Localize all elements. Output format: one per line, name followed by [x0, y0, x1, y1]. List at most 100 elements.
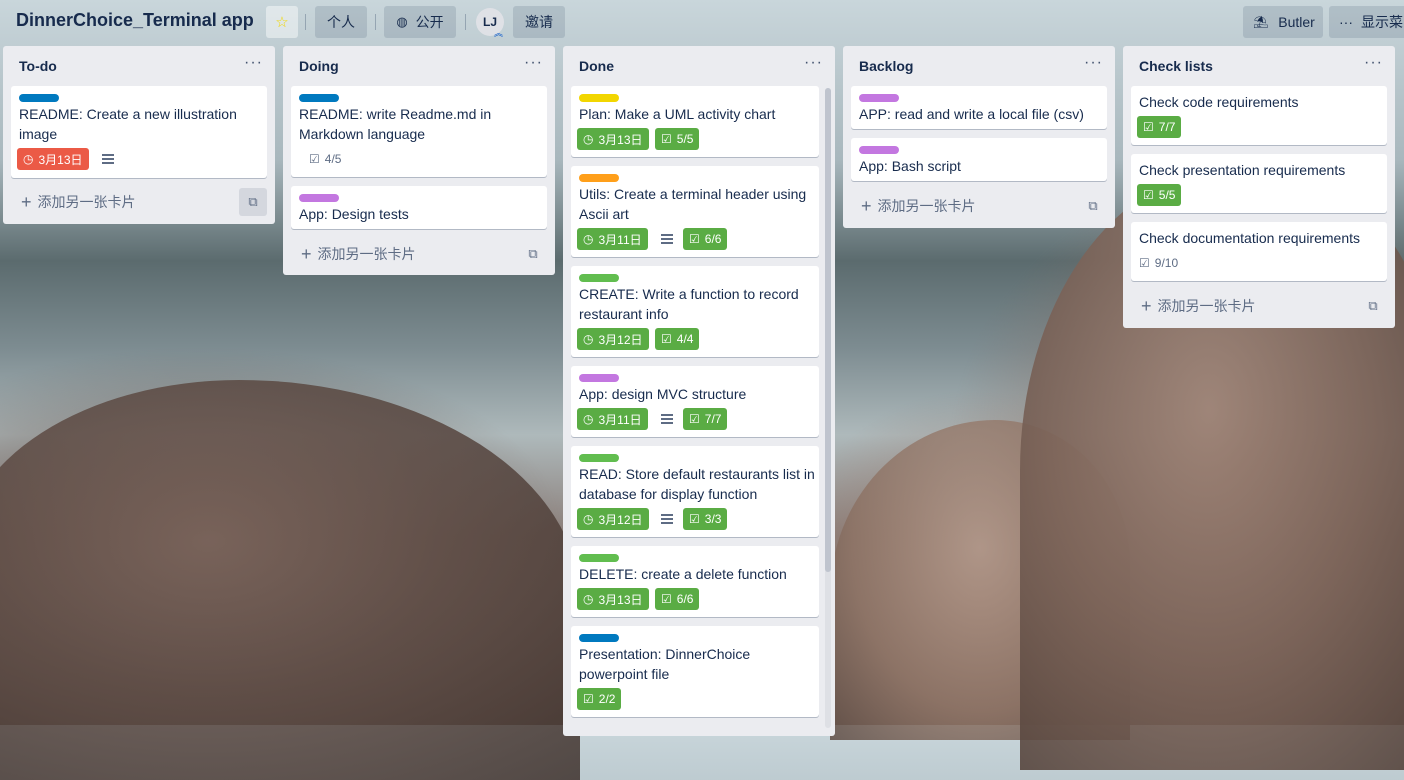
invite-button[interactable]: 邀请 — [513, 6, 565, 38]
description-icon — [661, 414, 673, 424]
card-label-purple[interactable] — [859, 94, 899, 102]
list-menu-icon[interactable]: ··· — [524, 54, 543, 72]
card-label-blue[interactable] — [299, 94, 339, 102]
checkbox-icon: ☑ — [1143, 188, 1154, 202]
card-label-orange[interactable] — [579, 174, 619, 182]
personal-button[interactable]: 个人 — [315, 6, 367, 38]
add-card-label: 添加另一张卡片 — [37, 194, 136, 210]
clock-icon: ◷ — [583, 232, 594, 246]
list-scrollbar[interactable] — [825, 88, 831, 572]
card[interactable]: Plan: Make a UML activity chart ◷ 3月13日 … — [571, 86, 819, 157]
card-template-icon[interactable]: ⧉ — [1079, 192, 1107, 220]
butler-icon: ⛱ — [1253, 15, 1269, 29]
clock-icon: ◷ — [583, 412, 594, 426]
checklist-badge: ☑ 5/5 — [1137, 184, 1182, 206]
background-rock-left — [0, 380, 580, 780]
checklist-count: 4/5 — [324, 152, 342, 166]
list-todo: To-do ··· README: Create a new illustrat… — [3, 46, 275, 224]
card-title: README: write Readme.md in Markdown lang… — [299, 106, 492, 142]
card[interactable]: Presentation: DinnerChoice powerpoint fi… — [571, 626, 819, 717]
list-title[interactable]: Doing — [299, 58, 339, 74]
checklist-badge: ☑ 7/7 — [683, 408, 728, 430]
list-title[interactable]: Check lists — [1139, 58, 1213, 74]
checkbox-icon: ☑ — [689, 412, 700, 426]
list-menu-icon[interactable]: ··· — [804, 54, 823, 72]
due-date-badge[interactable]: ◷ 3月13日 — [577, 588, 649, 610]
plus-icon: + — [21, 191, 32, 212]
list-title[interactable]: To-do — [19, 58, 57, 74]
card-label-green[interactable] — [579, 454, 619, 462]
checklist-badge: ☑ 4/4 — [655, 328, 700, 350]
checklist-count: 7/7 — [1158, 120, 1176, 134]
card-label-blue[interactable] — [579, 634, 619, 642]
list-menu-icon[interactable]: ··· — [244, 54, 263, 72]
card[interactable]: Check code requirements ☑ 7/7 — [1131, 86, 1387, 145]
due-date-badge[interactable]: ◷ 3月13日 — [17, 148, 89, 170]
card-title: CREATE: Write a function to record resta… — [579, 286, 799, 322]
card[interactable]: Utils: Create a terminal header using As… — [571, 166, 819, 257]
checklist-badge: ☑ 3/3 — [683, 508, 728, 530]
add-card-label: 添加另一张卡片 — [1157, 298, 1256, 314]
due-date-text: 3月13日 — [598, 132, 643, 147]
add-card-button[interactable]: + 添加另一张卡片 — [1131, 292, 1256, 320]
card-title: APP: read and write a local file (csv) — [859, 106, 1084, 122]
due-date-badge[interactable]: ◷ 3月13日 — [577, 128, 649, 150]
list-title[interactable]: Done — [579, 58, 614, 74]
list-menu-icon[interactable]: ··· — [1364, 54, 1383, 72]
add-card-button[interactable]: + 添加另一张卡片 — [291, 240, 416, 268]
card-label-purple[interactable] — [299, 194, 339, 202]
checkbox-icon: ☑ — [1143, 120, 1154, 134]
card[interactable]: App: design MVC structure ◷ 3月11日 ☑ 7/7 — [571, 366, 819, 437]
card-template-icon[interactable]: ⧉ — [239, 188, 267, 216]
card-label-yellow[interactable] — [579, 94, 619, 102]
card[interactable]: DELETE: create a delete function ◷ 3月13日… — [571, 546, 819, 617]
header-divider — [305, 14, 306, 30]
checklist-badge: ☑ 5/5 — [655, 128, 700, 150]
checklist-count: 2/2 — [598, 692, 616, 706]
add-card-button[interactable]: + 添加另一张卡片 — [851, 192, 976, 220]
due-date-badge[interactable]: ◷ 3月12日 — [577, 328, 649, 350]
card[interactable]: Check documentation requirements ☑ 9/10 — [1131, 222, 1387, 281]
card[interactable]: APP: read and write a local file (csv) — [851, 86, 1107, 129]
card-title: Check documentation requirements — [1139, 230, 1361, 246]
butler-button[interactable]: ⛱ Butler — [1243, 6, 1323, 38]
card-label-green[interactable] — [579, 554, 619, 562]
card[interactable]: Check presentation requirements ☑ 5/5 — [1131, 154, 1387, 213]
plus-icon: + — [861, 195, 872, 216]
list-title[interactable]: Backlog — [859, 58, 913, 74]
due-date-badge[interactable]: ◷ 3月11日 — [577, 228, 648, 250]
plus-icon: + — [1141, 295, 1152, 316]
star-button[interactable]: ☆ — [266, 6, 298, 38]
due-date-text: 3月11日 — [598, 412, 642, 427]
due-date-badge[interactable]: ◷ 3月12日 — [577, 508, 649, 530]
card[interactable]: README: Create a new illustration image … — [11, 86, 267, 178]
card[interactable]: CREATE: Write a function to record resta… — [571, 266, 819, 357]
card-template-icon[interactable]: ⧉ — [519, 240, 547, 268]
card-label-blue[interactable] — [19, 94, 59, 102]
due-date-text: 3月12日 — [598, 512, 643, 527]
board-title[interactable]: DinnerChoice_Terminal app — [16, 10, 254, 31]
card-label-purple[interactable] — [859, 146, 899, 154]
card-title: Check code requirements — [1139, 94, 1299, 110]
list-check-lists: Check lists ··· Check code requirements … — [1123, 46, 1395, 328]
checkbox-icon: ☑ — [661, 332, 672, 346]
add-card-button[interactable]: + 添加另一张卡片 — [11, 188, 136, 216]
due-date-badge[interactable]: ◷ 3月11日 — [577, 408, 648, 430]
card[interactable]: READ: Store default restaurants list in … — [571, 446, 819, 537]
checklist-badge: ☑ 6/6 — [655, 588, 700, 610]
card[interactable]: App: Design tests — [291, 186, 547, 229]
show-menu-button[interactable]: ··· 显示菜 — [1329, 6, 1404, 38]
checkbox-icon: ☑ — [661, 592, 672, 606]
card-label-green[interactable] — [579, 274, 619, 282]
board-header: DinnerChoice_Terminal app ☆ 个人 ◍ 公开 LJ ︽… — [0, 0, 1404, 44]
card-title: README: Create a new illustration image — [19, 106, 237, 142]
card[interactable]: App: Bash script — [851, 138, 1107, 181]
visibility-button[interactable]: ◍ 公开 — [384, 6, 456, 38]
checklist-badge: ☑ 4/5 — [305, 148, 345, 170]
card-label-purple[interactable] — [579, 374, 619, 382]
visibility-label: 公开 — [415, 14, 444, 30]
card-template-icon[interactable]: ⧉ — [1359, 292, 1387, 320]
list-menu-icon[interactable]: ··· — [1084, 54, 1103, 72]
card[interactable]: README: write Readme.md in Markdown lang… — [291, 86, 547, 177]
star-icon: ☆ — [275, 14, 289, 31]
